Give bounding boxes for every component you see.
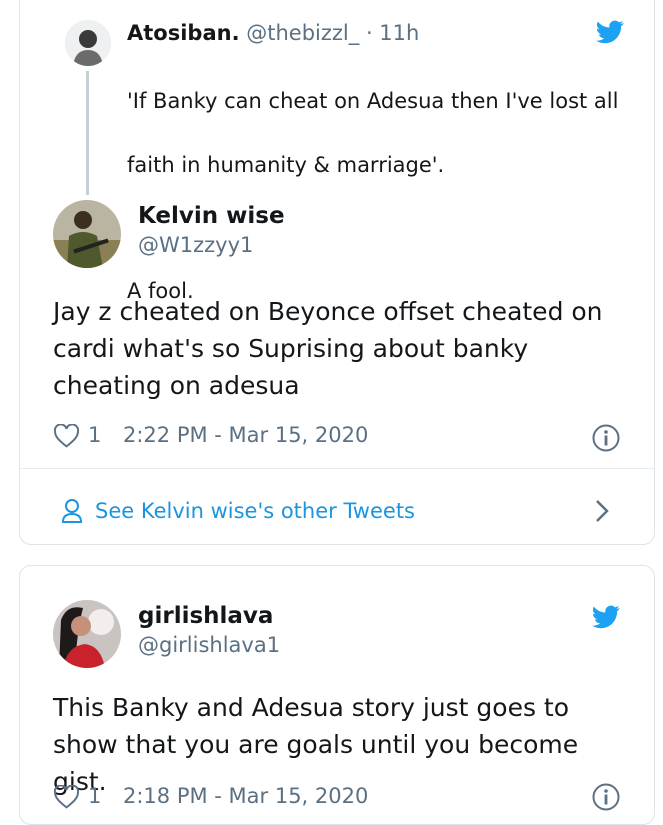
- tweet-time[interactable]: · 11h: [366, 21, 419, 45]
- chevron-right-icon: [596, 500, 609, 522]
- heart-icon[interactable]: [53, 785, 80, 809]
- see-other-tweets-link[interactable]: See Kelvin wise's other Tweets: [20, 469, 654, 545]
- embedded-tweet-card: Atosiban. @thebizzl_ · 11h 'If Banky can…: [19, 0, 655, 545]
- person-icon: [61, 499, 83, 523]
- avatar-image: [53, 600, 121, 668]
- thread-line: [86, 71, 89, 195]
- info-icon[interactable]: [591, 423, 621, 453]
- tweet-timestamp[interactable]: 2:22 PM - Mar 15, 2020: [123, 423, 368, 447]
- heart-icon[interactable]: [53, 424, 80, 448]
- quoted-text-line: faith in humanity & marriage'.: [127, 153, 445, 177]
- avatar[interactable]: [53, 200, 121, 268]
- author-handle[interactable]: @thebizzl_: [246, 21, 359, 45]
- twitter-bird-icon[interactable]: [596, 20, 624, 44]
- author-handle[interactable]: @W1zzyy1: [138, 233, 253, 257]
- quoted-tweet-header: Atosiban. @thebizzl_ · 11h: [127, 21, 419, 45]
- twitter-bird-icon[interactable]: [592, 605, 620, 629]
- tweet-timestamp[interactable]: 2:18 PM - Mar 15, 2020: [123, 784, 368, 808]
- author-handle[interactable]: @girlishlava1: [138, 633, 280, 657]
- author-name[interactable]: Atosiban.: [127, 21, 240, 45]
- author-name[interactable]: girlishlava: [138, 603, 273, 629]
- embedded-tweet-card: girlishlava @girlishlava1 This Banky and…: [19, 565, 655, 825]
- avatar[interactable]: [53, 600, 121, 668]
- quoted-text-line: 'If Banky can cheat on Adesua then I've …: [127, 89, 619, 113]
- author-name[interactable]: Kelvin wise: [138, 203, 285, 229]
- avatar-image: [53, 200, 121, 268]
- info-icon[interactable]: [591, 782, 621, 812]
- tweet-text: Jay z cheated on Beyonce offset cheated …: [53, 297, 603, 400]
- like-count[interactable]: 1: [88, 423, 101, 447]
- like-count[interactable]: 1: [88, 784, 101, 808]
- avatar-image: [65, 20, 111, 66]
- avatar[interactable]: [65, 20, 111, 66]
- see-other-tweets-label: See Kelvin wise's other Tweets: [95, 499, 415, 523]
